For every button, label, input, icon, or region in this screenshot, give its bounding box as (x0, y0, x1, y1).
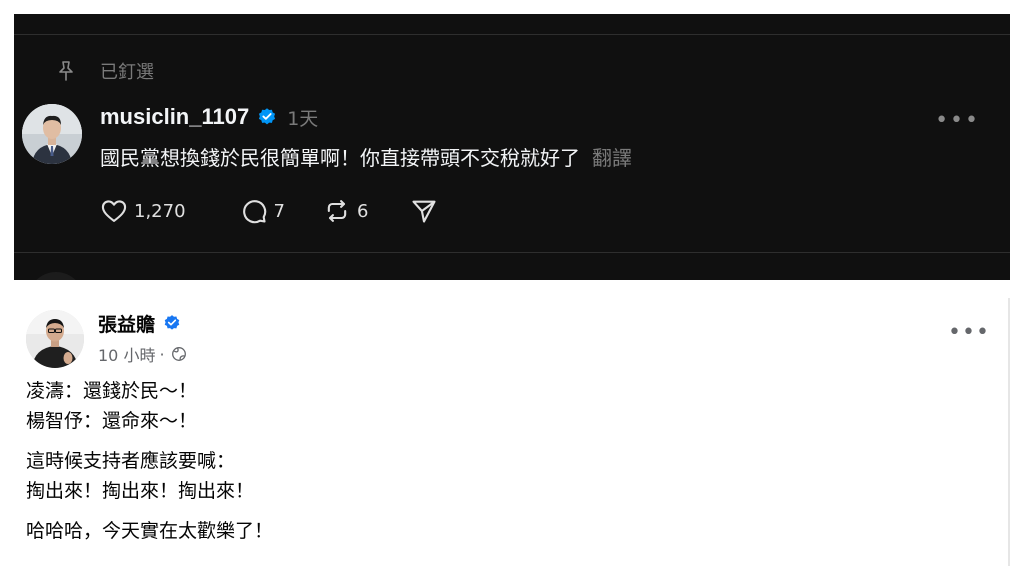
like-button[interactable]: 1,270 (100, 197, 186, 225)
pinned-label: 已釘選 (100, 62, 154, 83)
avatar-image (26, 310, 84, 368)
translate-link[interactable]: 翻譯 (592, 146, 632, 170)
comment-icon (242, 200, 266, 224)
author-name[interactable]: 張益贍 (98, 310, 155, 337)
post-text: 國民黨想換錢於民很簡單啊！你直接帶頭不交稅就好了 翻譯 (100, 142, 632, 171)
post-time[interactable]: 10 小時 (98, 342, 155, 366)
post-meta: 10 小時 · (98, 342, 187, 366)
post-line: 掏出來！掏出來！掏出來！ (26, 480, 255, 502)
verified-badge-icon (259, 108, 276, 125)
post-line: 哈哈哈，今天實在太歡樂了！ (26, 520, 274, 542)
facebook-post-card: 張益贍 10 小時 · ••• 凌濤：還錢於民～！ 楊智伃：還命來～！ 這時候支… (0, 280, 1024, 576)
share-button[interactable] (410, 197, 438, 225)
more-options-button[interactable]: ••• (935, 108, 980, 133)
post-header: musiclin_1107 1天 (100, 102, 318, 132)
meta-separator: · (159, 344, 165, 364)
reply-button[interactable]: 7 (240, 197, 285, 225)
avatar-image (22, 104, 82, 164)
reply-count: 7 (273, 200, 285, 222)
username-link[interactable]: musiclin_1107 (100, 104, 249, 130)
repost-icon (327, 200, 347, 222)
repost-count: 6 (356, 200, 369, 222)
share-icon (412, 200, 436, 223)
verified-badge-icon (164, 315, 180, 330)
author-avatar[interactable] (26, 310, 84, 368)
globe-icon (171, 347, 186, 361)
repost-button[interactable]: 6 (323, 197, 368, 225)
post-line: 凌濤：還錢於民～！ (26, 380, 198, 402)
post-body: 凌濤：還錢於民～！ 楊智伃：還命來～！ 這時候支持者應該要喊： 掏出來！掏出來！… (26, 376, 273, 546)
next-post-avatar (28, 272, 84, 280)
divider-top (14, 34, 1010, 35)
post-line: 楊智伃：還命來～！ (26, 410, 198, 432)
avatar[interactable] (22, 104, 82, 164)
post-time: 1天 (287, 107, 319, 130)
more-options-button[interactable]: ••• (948, 320, 990, 345)
action-bar: 1,270 7 6 (100, 196, 438, 226)
post-content: 國民黨想換錢於民很簡單啊！你直接帶頭不交稅就好了 (100, 146, 580, 170)
author-row: 張益贍 (98, 310, 181, 336)
like-count: 1,270 (134, 200, 186, 222)
pinned-indicator: 已釘選 (54, 58, 154, 84)
post-line: 這時候支持者應該要喊： (26, 450, 236, 472)
card-edge (1008, 298, 1010, 566)
threads-post-card: 已釘選 musiclin_1107 1天 ••• 國民黨想換錢於民很簡單啊！你直… (14, 14, 1010, 280)
divider-bottom (14, 252, 1010, 253)
pin-icon (59, 61, 73, 81)
heart-icon (101, 200, 127, 222)
